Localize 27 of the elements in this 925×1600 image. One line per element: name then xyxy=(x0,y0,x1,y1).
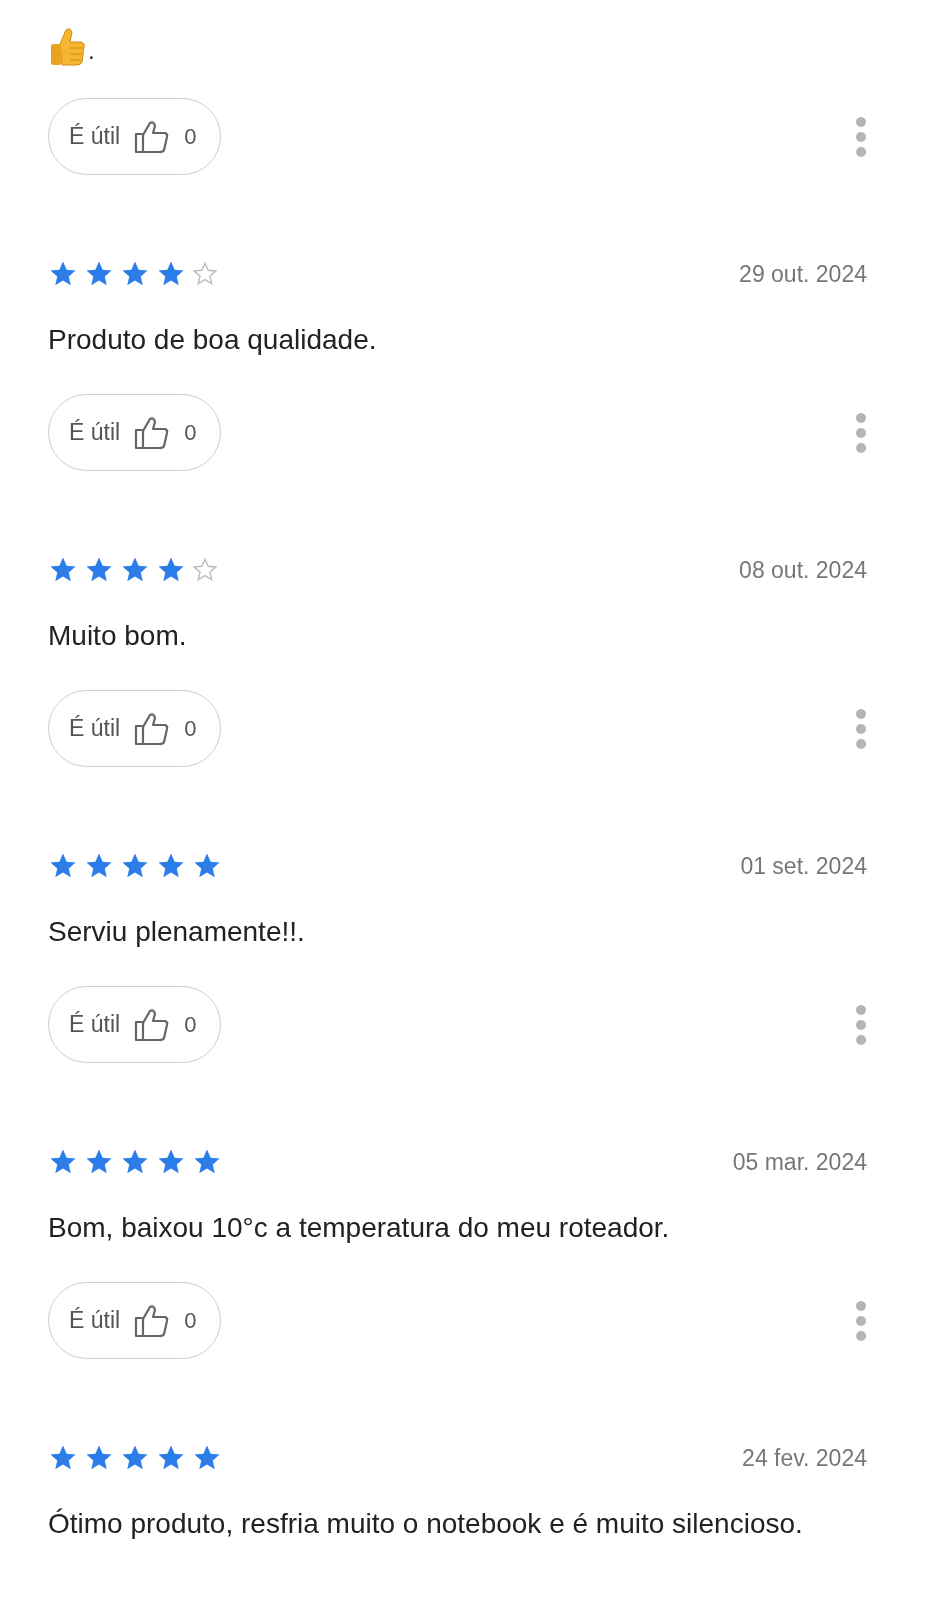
helpful-button[interactable]: É útil 0 xyxy=(48,1282,222,1359)
helpful-button[interactable]: É útil 0 xyxy=(48,98,222,175)
helpful-button[interactable]: É útil 0 xyxy=(48,394,222,471)
review-text: . xyxy=(88,36,95,66)
more-options-icon xyxy=(855,1299,867,1342)
helpful-button[interactable]: É útil 0 xyxy=(48,986,222,1063)
more-options-icon xyxy=(855,115,867,158)
more-options-icon xyxy=(855,707,867,750)
more-options-icon xyxy=(855,411,867,454)
review-date: 05 mar. 2024 xyxy=(732,1148,867,1176)
review-text: Ótimo produto, resfria muito o notebook e é muito silencioso. xyxy=(48,1507,803,1541)
review-text: Produto de boa qualidade. xyxy=(48,323,377,357)
thumbs-up-icon xyxy=(134,1302,171,1339)
thumbs-up-icon xyxy=(134,118,171,155)
thumbs-up-icon xyxy=(134,414,171,451)
review-text: Serviu plenamente!!. xyxy=(48,915,305,949)
more-options-icon xyxy=(855,1003,867,1046)
review-date: 24 fev. 2024 xyxy=(742,1444,867,1472)
review-text: Muito bom. xyxy=(48,619,187,653)
thumbs-up-icon xyxy=(134,1006,171,1043)
thumbs-up-icon xyxy=(134,710,171,747)
helpful-button[interactable]: É útil 0 xyxy=(48,690,222,767)
review-date: 01 set. 2024 xyxy=(740,852,867,880)
review-date: 29 out. 2024 xyxy=(739,260,867,288)
thumbs-up-icon xyxy=(48,26,86,66)
review-text: Bom, baixou 10°c a temperatura do meu roteador. xyxy=(48,1211,670,1245)
review-date: 08 out. 2024 xyxy=(739,556,867,584)
